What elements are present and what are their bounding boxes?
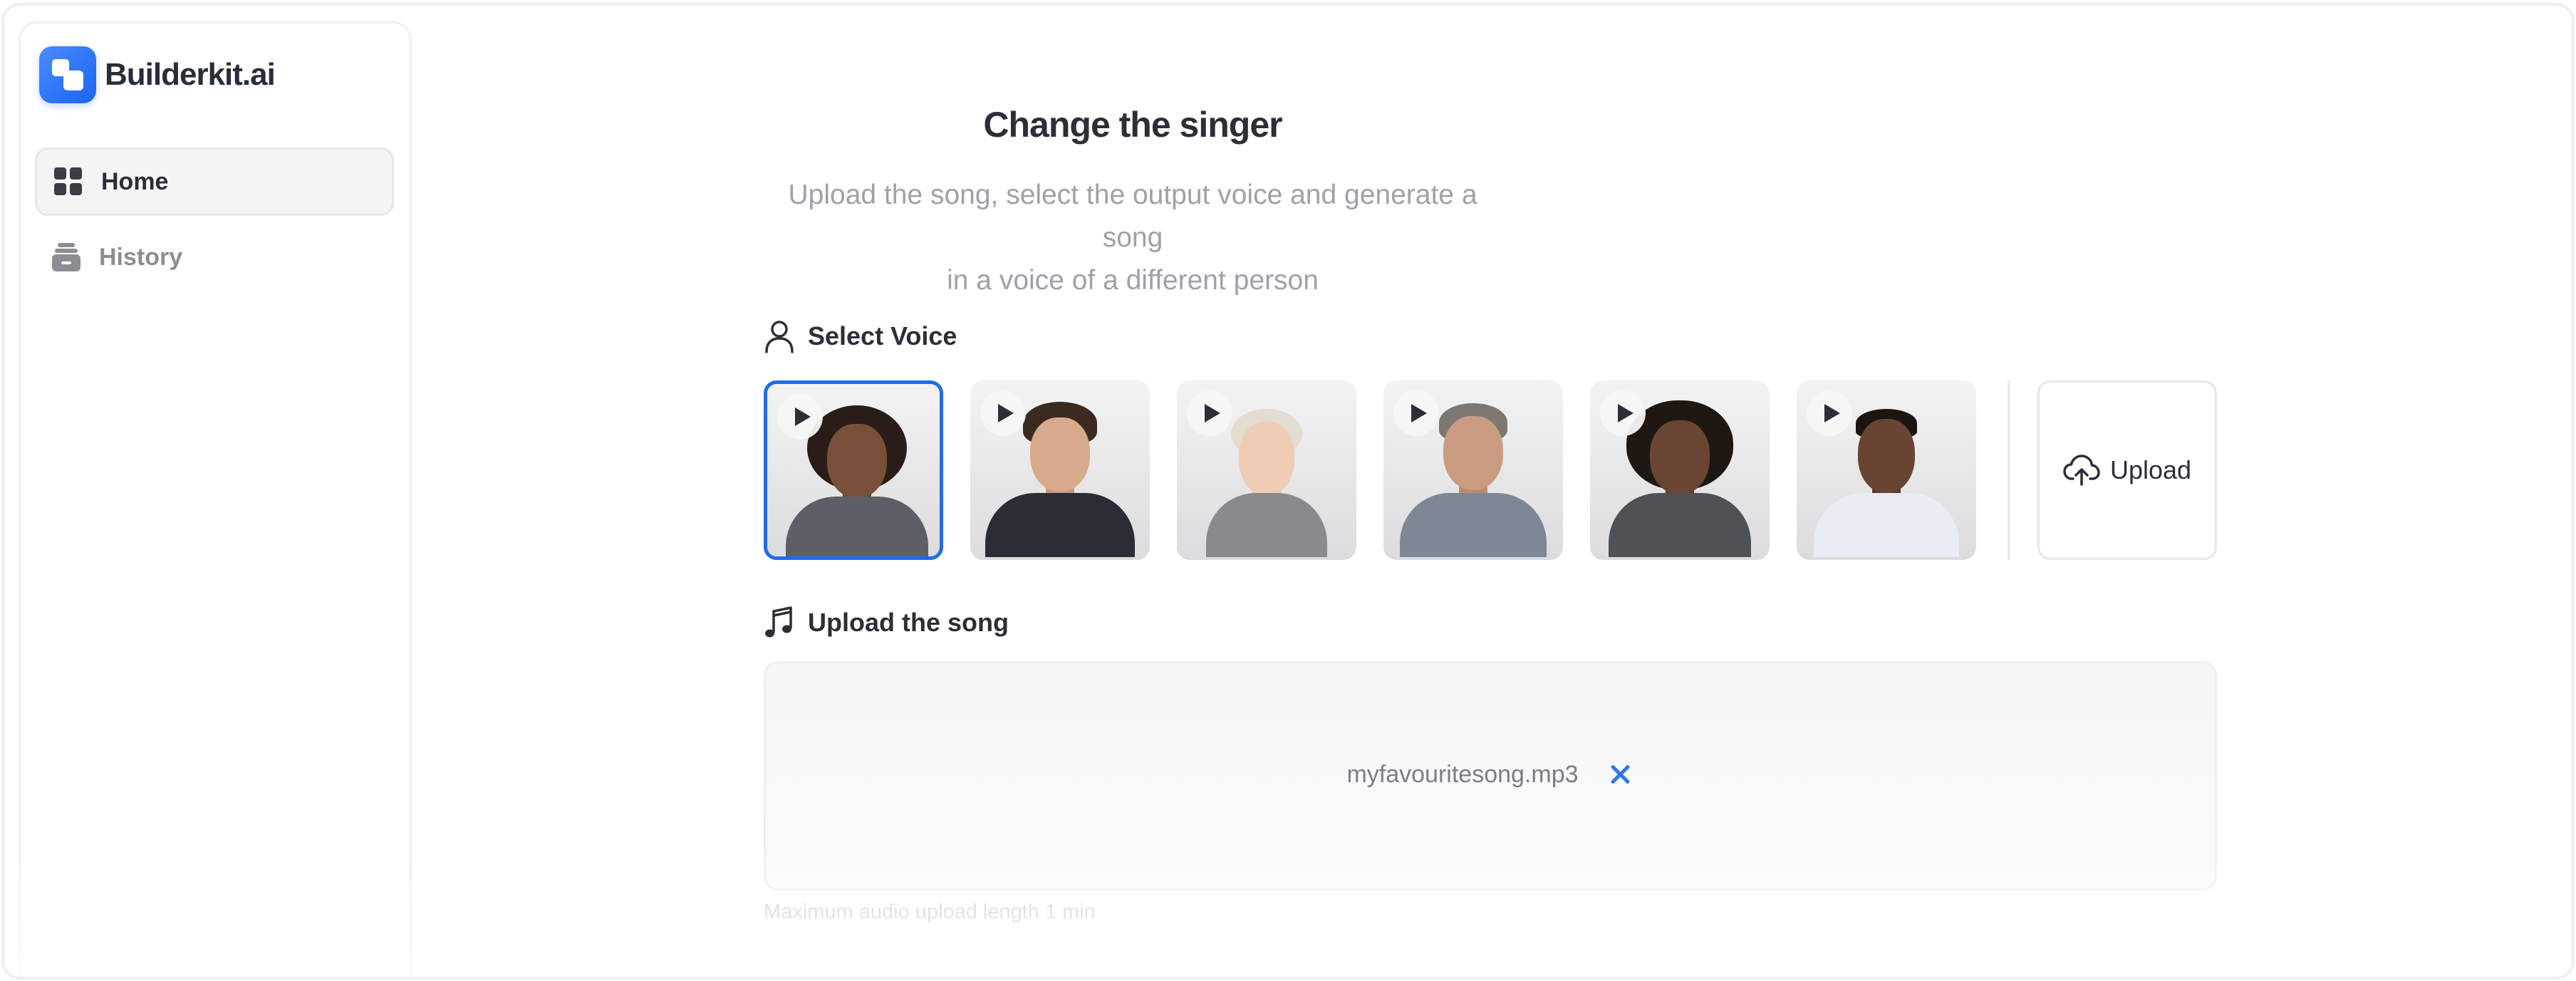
archive-icon: [52, 243, 80, 271]
song-dropzone[interactable]: myfavouritesong.mp3: [764, 661, 2217, 891]
sidebar: Builderkit.ai Home History: [19, 21, 412, 977]
page-title: Change the singer: [983, 105, 1282, 145]
brand-logo-icon: [39, 46, 96, 103]
play-icon[interactable]: [980, 390, 1026, 436]
play-icon[interactable]: [1393, 390, 1439, 436]
voice-card-4[interactable]: [1383, 380, 1563, 560]
upload-voice-label: Upload: [2109, 455, 2192, 484]
sidebar-item-history[interactable]: History: [35, 223, 394, 291]
upload-hint: Maximum audio upload length 1 min: [764, 900, 1096, 923]
play-icon[interactable]: [1600, 390, 1646, 436]
subtitle-line-1: Upload the song, select the output voice…: [788, 180, 1477, 253]
sidebar-item-label: Home: [101, 167, 169, 195]
play-icon[interactable]: [777, 394, 823, 440]
upload-voice-button[interactable]: Upload: [2037, 380, 2217, 560]
grid-icon: [54, 167, 83, 196]
file-name: myfavouritesong.mp3: [1346, 760, 1579, 788]
user-icon: [765, 321, 794, 353]
subtitle-line-2: in a voice of a different person: [947, 265, 1319, 296]
cloud-upload-icon: [2063, 455, 2100, 486]
app-window: Builderkit.ai Home History Change the si…: [1, 3, 2575, 980]
play-icon[interactable]: [1187, 390, 1232, 436]
voice-card-2[interactable]: [970, 380, 1150, 560]
voice-card-6[interactable]: [1797, 380, 1976, 560]
brand[interactable]: Builderkit.ai: [39, 45, 276, 105]
brand-name: Builderkit.ai: [105, 57, 276, 92]
voice-card-5[interactable]: [1590, 380, 1770, 560]
upload-song-heading: Upload the song: [764, 606, 1009, 640]
uploaded-file: myfavouritesong.mp3: [766, 760, 2215, 789]
sidebar-item-home[interactable]: Home: [35, 147, 394, 216]
voice-card-1[interactable]: [764, 380, 943, 560]
voice-divider: [2008, 380, 2010, 560]
select-voice-heading: Select Voice: [764, 319, 957, 353]
play-icon[interactable]: [1807, 390, 1852, 436]
voice-card-3[interactable]: [1177, 380, 1356, 560]
sidebar-item-label: History: [99, 243, 183, 271]
close-icon[interactable]: [1606, 760, 1634, 789]
page-subtitle: Upload the song, select the output voice…: [764, 174, 1502, 302]
music-note-icon: [765, 606, 792, 638]
